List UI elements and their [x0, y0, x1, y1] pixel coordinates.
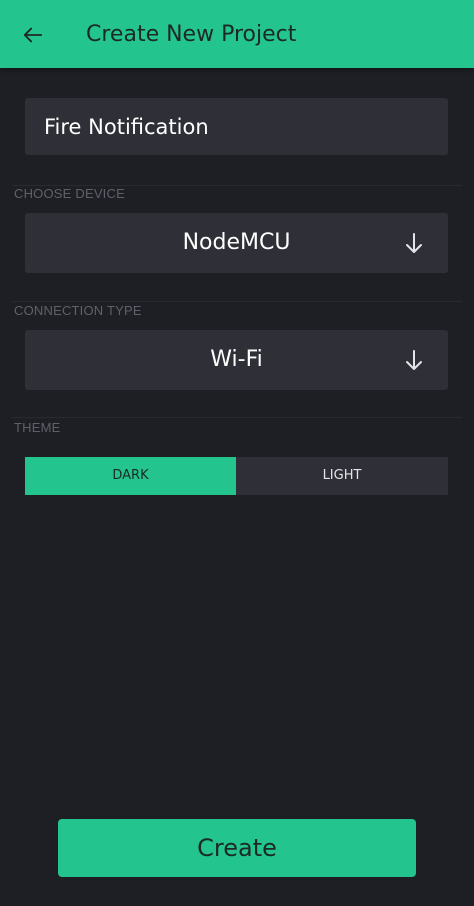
create-button[interactable]: Create: [58, 819, 416, 877]
device-value: NodeMCU: [182, 230, 291, 255]
theme-label: THEME: [14, 420, 61, 435]
arrow-left-icon: [23, 27, 43, 43]
theme-light-option[interactable]: LIGHT: [236, 457, 448, 495]
connection-type-label: CONNECTION TYPE: [14, 303, 142, 318]
arrow-down-icon: [406, 233, 422, 253]
connection-value: Wi-Fi: [210, 347, 263, 372]
section-divider: [12, 185, 462, 186]
choose-device-label: CHOOSE DEVICE: [14, 186, 125, 201]
page-title: Create New Project: [86, 22, 297, 47]
theme-dark-option[interactable]: DARK: [25, 457, 236, 495]
arrow-down-icon: [406, 350, 422, 370]
device-select[interactable]: NodeMCU: [25, 213, 448, 273]
connection-select[interactable]: Wi-Fi: [25, 330, 448, 390]
app-bar: Create New Project: [0, 0, 474, 68]
project-name-input[interactable]: [25, 98, 448, 155]
section-divider: [12, 417, 462, 418]
section-divider: [12, 301, 462, 302]
theme-toggle: DARK LIGHT: [25, 457, 448, 495]
back-button[interactable]: [18, 20, 48, 50]
